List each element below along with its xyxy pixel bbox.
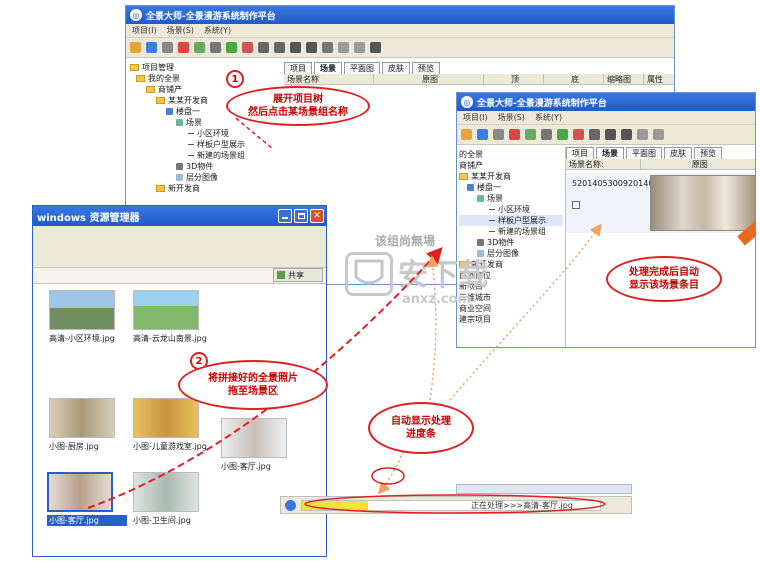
auto-done-text: 处理完成后自动 显示该场景条目 [629,267,699,291]
progress-highlight-small [371,467,405,485]
step1-number: 1 [226,70,244,88]
progress-callout: 自动显示处理 进度条 [368,402,474,454]
step2-callout: 将拼接好的全景照片 拖至场景区 [178,360,328,410]
process-arrow-up [426,255,439,401]
progress-text: 自动显示处理 进度条 [391,416,451,440]
process-arrow-right [449,223,602,401]
step2-text: 将拼接好的全景照片 拖至场景区 [208,373,298,397]
step1-text: 展开项目树 然后点击某场景组名称 [248,94,348,118]
step1-callout: 展开项目树 然后点击某场景组名称 [226,86,370,126]
auto-done-callout: 处理完成后自动 显示该场景条目 [606,256,722,302]
progress-highlight-oval [304,494,606,514]
